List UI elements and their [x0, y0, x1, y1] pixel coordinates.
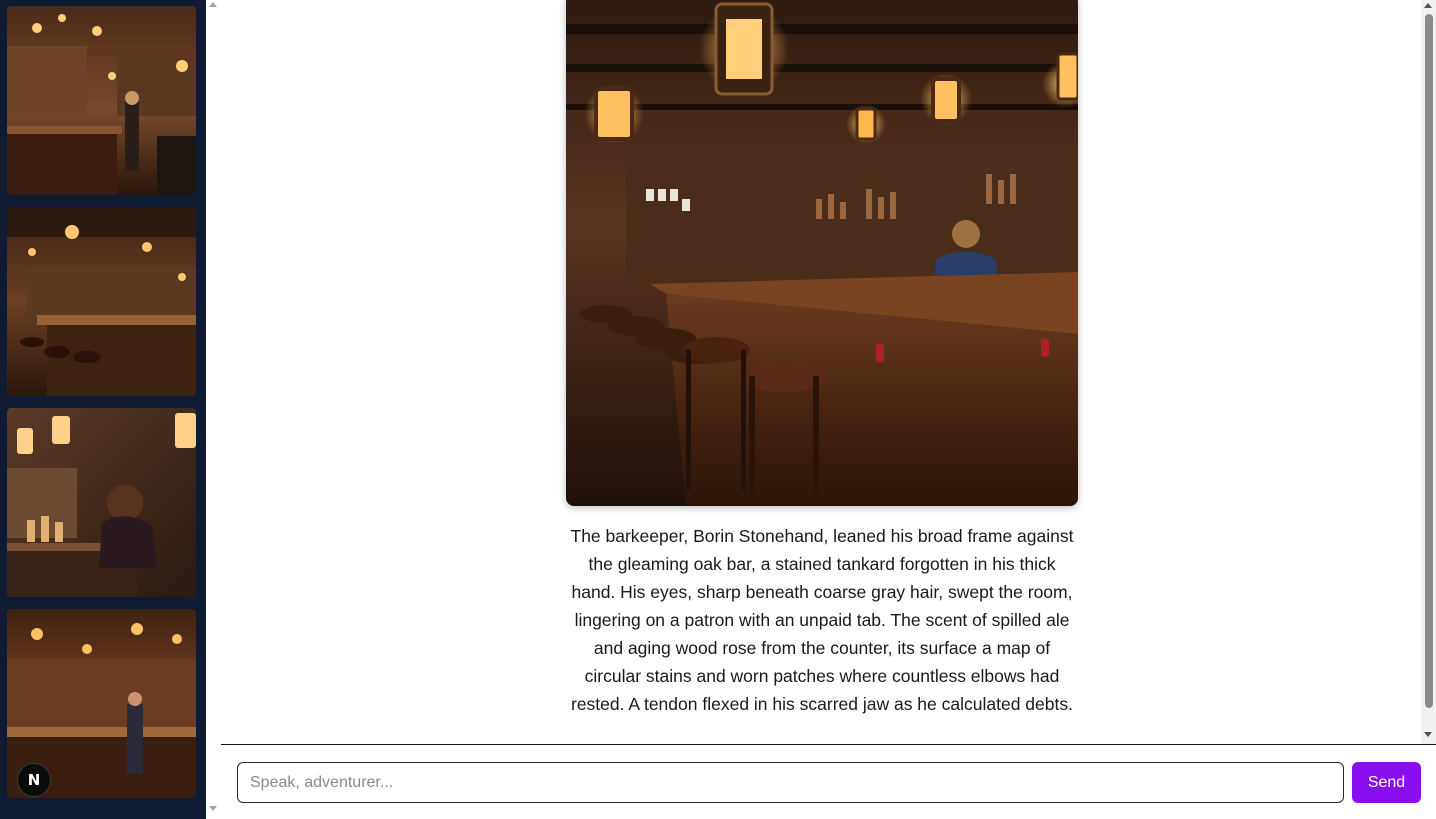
sidebar-scrollbar[interactable] [206, 0, 221, 819]
thumbnail-2[interactable] [7, 207, 196, 396]
image-history-sidebar: N [0, 0, 206, 819]
story-scrollbar[interactable] [1421, 0, 1436, 744]
story-text: The barkeeper, Borin Stonehand, leaned h… [570, 526, 1074, 714]
tavern-patron-image [7, 408, 196, 597]
scroll-up-arrow-icon[interactable] [1424, 3, 1432, 8]
scene-image [566, 0, 1078, 506]
tavern-scene-image [7, 6, 196, 195]
thumbnail-3[interactable] [7, 408, 196, 597]
barkeeper-tavern-image [566, 0, 1078, 506]
scroll-down-arrow-icon[interactable] [209, 806, 217, 811]
scrollbar-thumb[interactable] [1425, 14, 1433, 708]
scroll-up-arrow-icon[interactable] [209, 2, 217, 7]
scroll-down-arrow-icon[interactable] [1424, 732, 1432, 737]
message-input[interactable] [237, 762, 1344, 803]
n-logo-icon[interactable]: N [17, 763, 51, 797]
message-composer: Send [221, 744, 1436, 819]
tavern-bar-image [7, 207, 196, 396]
badge-label: N [27, 771, 41, 789]
thumbnail-1[interactable] [7, 6, 196, 195]
send-button[interactable]: Send [1352, 762, 1421, 803]
story-panel: The barkeeper, Borin Stonehand, leaned h… [221, 0, 1421, 744]
